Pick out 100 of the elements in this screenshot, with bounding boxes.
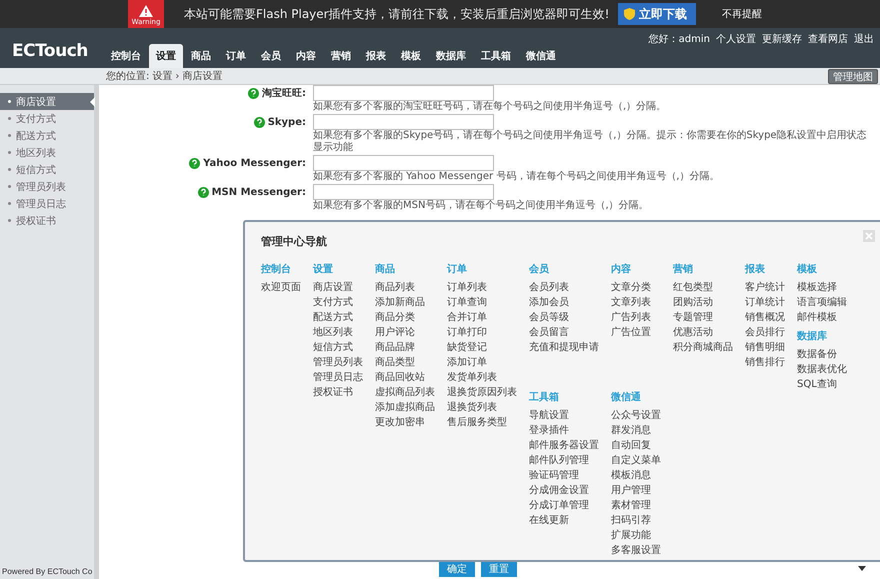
header-link[interactable]: 个人设置 — [716, 32, 756, 46]
sidebar-item[interactable]: 地区列表 — [0, 144, 94, 161]
nav-link[interactable]: 优惠活动 — [673, 325, 733, 340]
header-link[interactable]: 退出 — [854, 32, 874, 46]
nav-link[interactable]: 扫码引荐 — [611, 513, 661, 528]
nav-link[interactable]: 销售排行 — [745, 355, 785, 370]
download-button[interactable]: 立即下载 — [618, 3, 696, 25]
nav-link[interactable]: 多客服设置 — [611, 543, 661, 558]
dropdown-arrow-icon[interactable] — [858, 566, 866, 571]
nav-tab[interactable]: 设置 — [149, 44, 183, 68]
nav-link[interactable]: 添加新商品 — [375, 295, 435, 310]
nav-link[interactable]: 客户统计 — [745, 280, 785, 295]
input-field[interactable] — [313, 114, 494, 130]
nav-tab[interactable]: 营销 — [324, 44, 358, 68]
nav-link[interactable]: 积分商城商品 — [673, 340, 733, 355]
nav-link[interactable]: 支付方式 — [313, 295, 363, 310]
nav-link[interactable]: 语言项编辑 — [797, 295, 847, 310]
nav-link[interactable]: 订单打印 — [447, 325, 517, 340]
nav-tab[interactable]: 会员 — [254, 44, 288, 68]
nav-tab[interactable]: 控制台 — [104, 44, 148, 68]
nav-link[interactable]: 会员留言 — [529, 325, 599, 340]
nav-link[interactable]: 商品列表 — [375, 280, 435, 295]
sidebar-item[interactable]: 授权证书 — [0, 212, 94, 229]
sidebar-item[interactable]: 管理员列表 — [0, 178, 94, 195]
input-field[interactable] — [313, 184, 494, 200]
nav-link[interactable]: 欢迎页面 — [261, 280, 301, 295]
header-link[interactable]: 查看网店 — [808, 32, 848, 46]
nav-link[interactable]: 自定义菜单 — [611, 453, 661, 468]
nav-link[interactable]: 文章分类 — [611, 280, 661, 295]
nav-link[interactable]: 添加会员 — [529, 295, 599, 310]
nav-link[interactable]: 地区列表 — [313, 325, 363, 340]
nav-link[interactable]: 售后服务类型 — [447, 415, 517, 430]
input-field[interactable] — [313, 85, 494, 101]
nav-link[interactable]: 在线更新 — [529, 513, 599, 528]
nav-tab[interactable]: 模板 — [394, 44, 428, 68]
nav-tab[interactable]: 工具箱 — [474, 44, 518, 68]
nav-link[interactable]: 会员排行 — [745, 325, 785, 340]
nav-link[interactable]: 商店设置 — [313, 280, 363, 295]
close-icon[interactable] — [863, 230, 875, 242]
nav-link[interactable]: 红包类型 — [673, 280, 733, 295]
sidebar-item[interactable]: 短信方式 — [0, 161, 94, 178]
sidebar-item[interactable]: 商店设置 — [0, 93, 94, 110]
input-field[interactable] — [313, 155, 494, 171]
nav-link[interactable]: 邮件模板 — [797, 310, 847, 325]
dismiss-link[interactable]: 不再提醒 — [722, 7, 762, 21]
nav-link[interactable]: 合并订单 — [447, 310, 517, 325]
nav-link[interactable]: 商品类型 — [375, 355, 435, 370]
nav-link[interactable]: 验证码管理 — [529, 468, 599, 483]
nav-link[interactable]: 公众号设置 — [611, 408, 661, 423]
nav-link[interactable]: 会员等级 — [529, 310, 599, 325]
nav-link[interactable]: 虚拟商品列表 — [375, 385, 435, 400]
nav-link[interactable]: 自动回复 — [611, 438, 661, 453]
breadcrumb-link[interactable]: 设置 — [152, 69, 172, 83]
nav-link[interactable]: 商品回收站 — [375, 370, 435, 385]
nav-link[interactable]: 销售概况 — [745, 310, 785, 325]
nav-link[interactable]: 广告列表 — [611, 310, 661, 325]
sidebar-item[interactable]: 配送方式 — [0, 127, 94, 144]
nav-link[interactable]: 登录插件 — [529, 423, 599, 438]
nav-link[interactable]: 专题管理 — [673, 310, 733, 325]
header-link[interactable]: 更新缓存 — [762, 32, 802, 46]
nav-link[interactable]: 会员列表 — [529, 280, 599, 295]
nav-link[interactable]: 授权证书 — [313, 385, 363, 400]
nav-tab[interactable]: 微信通 — [519, 44, 563, 68]
nav-tab[interactable]: 内容 — [289, 44, 323, 68]
nav-link[interactable]: 退换货列表 — [447, 400, 517, 415]
nav-link[interactable]: 订单列表 — [447, 280, 517, 295]
nav-link[interactable]: 添加订单 — [447, 355, 517, 370]
nav-tab[interactable]: 报表 — [359, 44, 393, 68]
sidebar-item[interactable]: 管理员日志 — [0, 195, 94, 212]
nav-link[interactable]: 退换货原因列表 — [447, 385, 517, 400]
nav-link[interactable]: 邮件队列管理 — [529, 453, 599, 468]
nav-link[interactable]: 发货单列表 — [447, 370, 517, 385]
nav-link[interactable]: 群发消息 — [611, 423, 661, 438]
nav-link[interactable]: 导航设置 — [529, 408, 599, 423]
nav-link[interactable]: 商品品牌 — [375, 340, 435, 355]
nav-link[interactable]: 商品分类 — [375, 310, 435, 325]
nav-link[interactable]: 邮件服务器设置 — [529, 438, 599, 453]
nav-link[interactable]: 数据表优化 — [797, 362, 847, 377]
nav-link[interactable]: 扩展功能 — [611, 528, 661, 543]
nav-tab[interactable]: 数据库 — [429, 44, 473, 68]
nav-link[interactable]: 缺货登记 — [447, 340, 517, 355]
nav-link[interactable]: 广告位置 — [611, 325, 661, 340]
nav-link[interactable]: 模板选择 — [797, 280, 847, 295]
nav-link[interactable]: 管理员日志 — [313, 370, 363, 385]
nav-tab[interactable]: 订单 — [219, 44, 253, 68]
nav-link[interactable]: SQL查询 — [797, 377, 847, 392]
sidebar-item[interactable]: 支付方式 — [0, 110, 94, 127]
nav-link[interactable]: 短信方式 — [313, 340, 363, 355]
nav-link[interactable]: 模板消息 — [611, 468, 661, 483]
nav-link[interactable]: 销售明细 — [745, 340, 785, 355]
nav-link[interactable]: 用户评论 — [375, 325, 435, 340]
nav-link[interactable]: 数据备份 — [797, 347, 847, 362]
nav-link[interactable]: 管理员列表 — [313, 355, 363, 370]
map-button[interactable]: 管理地图 — [828, 68, 878, 84]
nav-link[interactable]: 充值和提现申请 — [529, 340, 599, 355]
nav-tab[interactable]: 商品 — [184, 44, 218, 68]
nav-link[interactable]: 配送方式 — [313, 310, 363, 325]
nav-link[interactable]: 素材管理 — [611, 498, 661, 513]
nav-link[interactable]: 团购活动 — [673, 295, 733, 310]
nav-link[interactable]: 分成佣金设置 — [529, 483, 599, 498]
